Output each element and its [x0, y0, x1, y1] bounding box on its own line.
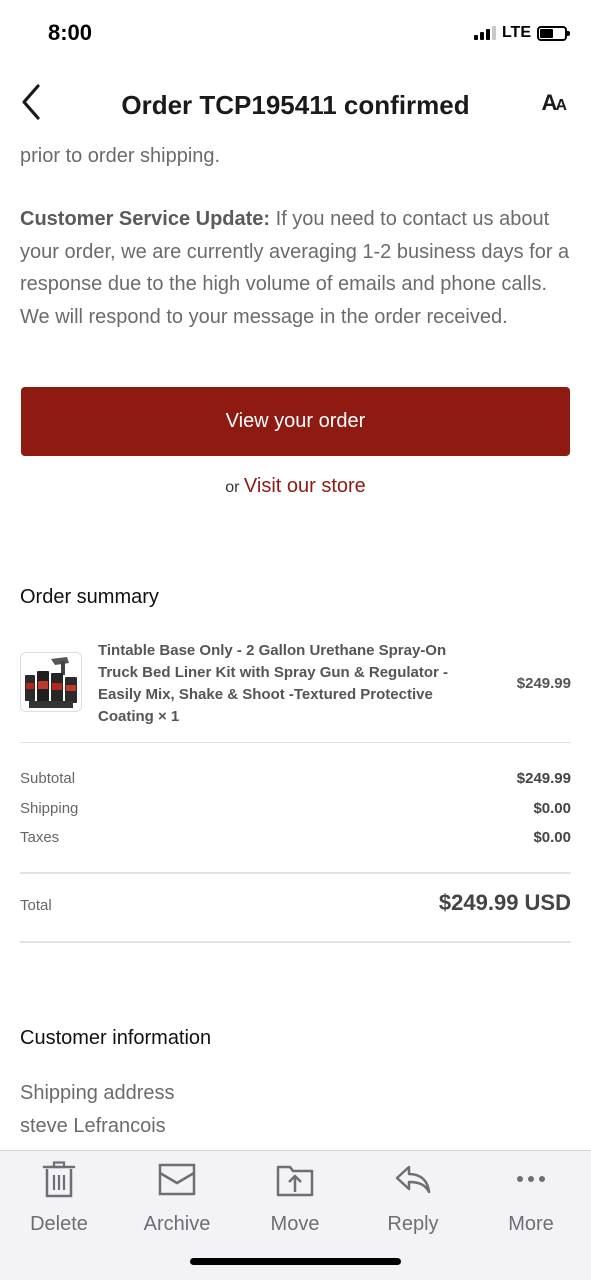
taxes-row: Taxes $0.00 [20, 829, 571, 846]
nav-header: Order TCP195411 confirmed AA [0, 70, 591, 140]
battery-icon [537, 25, 570, 41]
taxes-value: $0.00 [533, 829, 571, 846]
network-type: LTE [501, 24, 531, 41]
text-size-large-letter: A [541, 90, 558, 115]
archive-icon [158, 1163, 196, 1196]
page-title: Order TCP195411 confirmed [121, 90, 470, 120]
folder-move-icon [276, 1165, 314, 1197]
total-label: Total [20, 897, 52, 914]
divider [20, 872, 571, 874]
trash-icon [42, 1161, 76, 1198]
or-text: or [225, 479, 240, 496]
move-button[interactable]: Move [240, 1161, 350, 1236]
message-fragment: prior to order shipping. [20, 145, 221, 167]
more-label: More [508, 1213, 554, 1235]
archive-label: Archive [143, 1213, 211, 1235]
divider [20, 742, 571, 743]
delete-label: Delete [30, 1213, 88, 1235]
divider [20, 941, 571, 943]
shipping-label: Shipping [20, 800, 79, 817]
total-value: $249.99 USD [438, 890, 571, 915]
move-label: Move [270, 1213, 320, 1235]
reply-icon [395, 1165, 431, 1194]
shipping-row: Shipping $0.00 [20, 800, 571, 817]
subtotal-label: Subtotal [20, 770, 76, 787]
signal-icon [473, 26, 496, 40]
store-link-line: or Visit our store [20, 475, 571, 498]
subtotal-value: $249.99 [516, 770, 571, 787]
update-heading: Customer Service Update: [20, 208, 271, 230]
product-thumbnail [20, 652, 82, 712]
order-summary-title: Order summary [20, 586, 159, 608]
shipping-name: steve Lefrancois [20, 1115, 166, 1137]
customer-info-title: Customer information [20, 1027, 212, 1049]
product-image-icon [21, 653, 81, 711]
archive-button[interactable]: Archive [122, 1161, 232, 1236]
customer-service-update: Customer Service Update: If you need to … [20, 203, 571, 333]
more-icon [517, 1176, 545, 1182]
item-name: Tintable Base Only - 2 Gallon Urethane S… [98, 642, 449, 725]
more-button[interactable]: More [476, 1161, 586, 1236]
view-order-button[interactable]: View your order [21, 387, 570, 456]
delete-button[interactable]: Delete [4, 1161, 114, 1236]
text-size-small-letter: A [555, 97, 566, 114]
shipping-value: $0.00 [533, 800, 571, 817]
reply-button[interactable]: Reply [358, 1161, 468, 1236]
total-row: Total $249.99 USD [20, 890, 571, 915]
visit-store-link[interactable]: Visit our store [244, 475, 366, 497]
subtotal-row: Subtotal $249.99 [20, 770, 571, 787]
text-size-icon[interactable]: AA [541, 90, 567, 116]
status-bar: 8:00 LTE [0, 0, 591, 70]
taxes-label: Taxes [20, 829, 60, 846]
item-price: $249.99 [516, 675, 571, 692]
reply-label: Reply [387, 1213, 439, 1235]
shipping-address-label: Shipping address [20, 1082, 175, 1104]
status-indicators: LTE [473, 24, 570, 42]
home-indicator [190, 1258, 401, 1265]
status-time: 8:00 [48, 20, 93, 45]
